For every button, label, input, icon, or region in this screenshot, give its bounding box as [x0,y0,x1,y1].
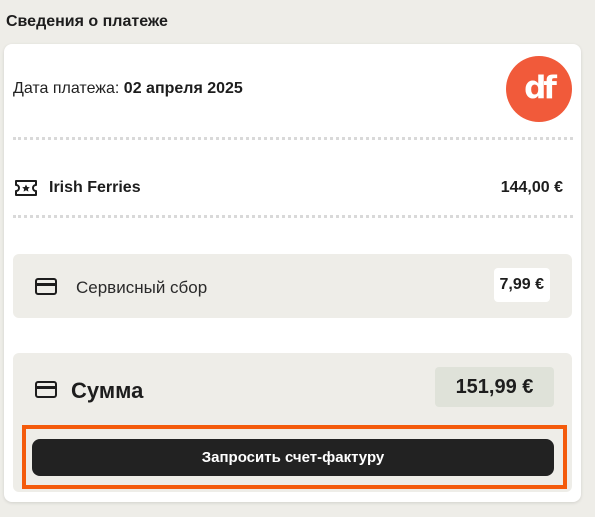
service-fee-label: Сервисный сбор [76,278,208,297]
dotted-divider [13,215,573,218]
section-title: Сведения о платеже [6,13,168,30]
brand-logo-text: df [524,69,557,106]
product-name: Irish Ferries [49,179,141,196]
ticket-icon [15,180,37,196]
service-fee-value: 7,99 € [493,268,550,302]
service-fee-row: Сервисный сбор 7,99 € [13,254,572,318]
credit-card-icon [35,278,57,295]
total-label: Сумма [71,378,144,403]
payment-date-value: 02 апреля 2025 [123,80,243,97]
payment-date-label: Дата платежа: [13,80,120,97]
total-value: 151,99 € [435,367,554,407]
brand-logo: df [506,56,572,122]
product-price: 144,00 € [500,179,563,196]
product-row: Irish Ferries 144,00 € [13,174,567,202]
payment-date-row: Дата платежа: 02 апреля 2025 [13,80,243,98]
request-invoice-button[interactable]: Запросить счет-фактуру [32,439,554,476]
dotted-divider [13,137,573,140]
credit-card-icon [35,381,57,398]
